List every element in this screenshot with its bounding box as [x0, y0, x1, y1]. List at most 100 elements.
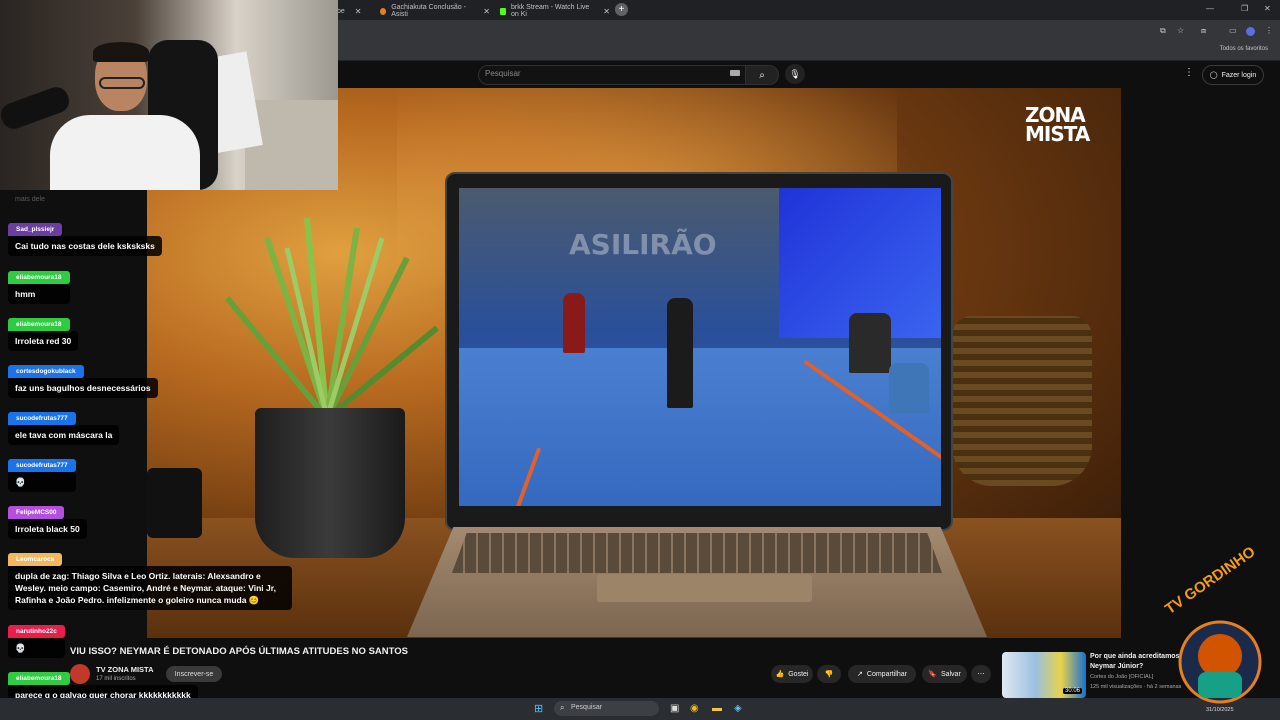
like-button[interactable]: 👍 Gostei — [771, 665, 813, 683]
profile-avatar[interactable] — [1246, 27, 1255, 36]
studio-sign: ASILIRÃO — [569, 228, 717, 261]
bookmark-icon: 🔖 — [928, 671, 937, 678]
chat-message: Sad_plssiejr Cai tudo nas costas dele ksk… — [8, 218, 162, 256]
chat-username: eliabemoura18 — [8, 672, 70, 685]
video-duration: 30:06 — [1063, 688, 1083, 694]
close-icon[interactable]: ✕ — [483, 7, 490, 16]
favicon-icon — [380, 7, 387, 15]
guest — [563, 293, 585, 353]
chat-username: FelipeMCS00 — [8, 506, 65, 519]
voice-search-button[interactable]: 🎙 — [785, 64, 805, 84]
restore-icon[interactable]: ❐ — [1241, 4, 1248, 13]
laptop-screen: ASILIRÃO — [459, 188, 941, 506]
chat-message: Leomcarocs dupla de zag: Thiago Silva e L… — [8, 548, 292, 610]
tv-gordinho-logo — [1178, 620, 1262, 704]
save-button[interactable]: 🔖 Salvar — [922, 665, 967, 683]
more-actions-button[interactable]: ⋯ — [971, 665, 991, 683]
dislike-button[interactable]: 👎 — [817, 665, 841, 683]
search-button[interactable]: ⌕ — [745, 65, 779, 85]
chat-message: sucodefrutas777 ele tava com máscara la — [8, 407, 120, 445]
new-tab-button[interactable]: + — [615, 3, 628, 16]
basket-planter — [952, 316, 1092, 486]
taskbar-search-label: Pesquisar — [571, 704, 603, 711]
account-icon: ◯ — [1209, 72, 1218, 79]
browser-menu-icon[interactable]: ⋮ — [1265, 26, 1273, 35]
steam-icon[interactable]: ◈ — [734, 703, 742, 714]
chat-message: narutinho22c 💀 — [8, 620, 65, 658]
windows-start-icon[interactable]: ⊞ — [534, 702, 543, 715]
webcam-overlay — [0, 0, 338, 190]
like-label: Gostei — [788, 670, 809, 678]
chat-username: sucodefrutas777 — [8, 412, 76, 425]
browser-tab[interactable]: Gachiakuta Conclusão - Asisti ✕ — [380, 2, 490, 20]
chat-message: FelipeMCS00 Irroleta black 50 — [8, 501, 87, 539]
search-icon: ⌕ — [759, 69, 765, 81]
chat-username: narutinho22c — [8, 625, 65, 638]
tab-title: Gachiakuta Conclusão - Asisti — [391, 4, 466, 18]
kick-favicon-icon — [500, 7, 506, 15]
laptop-touchpad — [597, 574, 812, 602]
chat-text: 💀 — [8, 472, 76, 492]
chat-message: eliabemoura18 hmm — [8, 266, 70, 304]
share-label: Compartilhar — [866, 670, 907, 678]
save-label: Salvar — [940, 670, 961, 678]
tab-title: brkk Stream - Watch Live on Ki — [510, 4, 590, 18]
presenter — [667, 298, 693, 408]
login-button[interactable]: ◯ Fazer login — [1202, 65, 1264, 85]
bookmark-star-icon[interactable]: ☆ — [1177, 26, 1184, 35]
chat-username: Leomcarocs — [8, 553, 63, 566]
close-icon[interactable]: ✕ — [603, 7, 610, 16]
chat-text: hmm — [8, 284, 70, 304]
streamer-body — [50, 115, 200, 190]
keyboard-icon[interactable] — [730, 70, 740, 76]
minimize-icon[interactable]: — — [1206, 4, 1214, 13]
chat-text: Irroleta red 30 — [8, 331, 79, 351]
glasses — [99, 77, 145, 89]
streamer-hair — [93, 42, 149, 62]
guest — [889, 363, 929, 413]
cast-icon[interactable]: ▭ — [1229, 26, 1237, 35]
chat-text: Irroleta black 50 — [8, 519, 87, 539]
guest — [849, 313, 891, 373]
browser-tab[interactable]: be ✕ — [337, 2, 373, 20]
close-icon[interactable]: ✕ — [355, 7, 362, 16]
chat-text: faz uns bagulhos desnecessários — [8, 378, 158, 398]
chat-username: sucodefrutas777 — [8, 459, 76, 472]
chat-message: cortesdogokublack faz uns bagulhos desnec… — [8, 360, 158, 398]
mic-icon: 🎙 — [789, 68, 801, 79]
search-placeholder: Pesquisar — [485, 69, 521, 78]
install-icon[interactable]: ⧉ — [1160, 26, 1166, 36]
tab-title: be — [337, 7, 345, 15]
search-icon: ⌕ — [560, 703, 565, 712]
chat-message: sucodefrutas777 💀 — [8, 454, 76, 492]
close-window-icon[interactable]: ✕ — [1264, 4, 1271, 13]
chat-overlay: Sad_plssiejr Cai tudo nas costas dele ksk… — [0, 190, 300, 705]
chat-text: ele tava com máscara la — [8, 425, 120, 445]
channel-watermark: ZONA MISTA — [1025, 105, 1090, 146]
chat-text: dupla de zag: Thiago Silva e Leo Ortiz. … — [8, 566, 292, 610]
all-bookmarks-link[interactable]: Todos os favoritos — [1220, 46, 1268, 52]
task-view-icon[interactable]: ▣ — [670, 703, 679, 714]
thumbs-up-icon: 👍 — [775, 671, 785, 678]
share-icon: ↗ — [857, 671, 863, 678]
chrome-icon[interactable]: ◉ — [690, 703, 699, 714]
chat-username: Sad_plssiejr — [8, 223, 63, 236]
settings-menu-icon[interactable]: ⋮ — [1184, 67, 1194, 78]
chat-username: eliabemoura18 — [8, 318, 70, 331]
browser-tab[interactable]: brkk Stream - Watch Live on Ki ✕ — [500, 2, 610, 20]
chat-username: cortesdogokublack — [8, 365, 84, 378]
watermark-line: MISTA — [1025, 122, 1090, 146]
recommended-channel: Cortes do João [OFICIAL] — [1090, 674, 1154, 680]
laptop-keyboard — [452, 533, 942, 573]
chat-message: eliabemoura18 Irroleta red 30 — [8, 313, 79, 351]
file-explorer-icon[interactable]: ▬ — [712, 703, 722, 714]
more-icon: ⋯ — [977, 671, 985, 678]
thumbs-down-icon: 👎 — [824, 671, 834, 678]
extensions-icon[interactable]: ⧈ — [1201, 26, 1206, 36]
share-button[interactable]: ↗ Compartilhar — [848, 665, 916, 683]
chat-text: Cai tudo nas costas dele ksksksks — [8, 236, 162, 256]
login-label: Fazer login — [1221, 71, 1257, 79]
chat-username: eliabemoura18 — [8, 271, 70, 284]
streamer — [45, 42, 205, 190]
taskbar-search[interactable] — [554, 701, 659, 716]
